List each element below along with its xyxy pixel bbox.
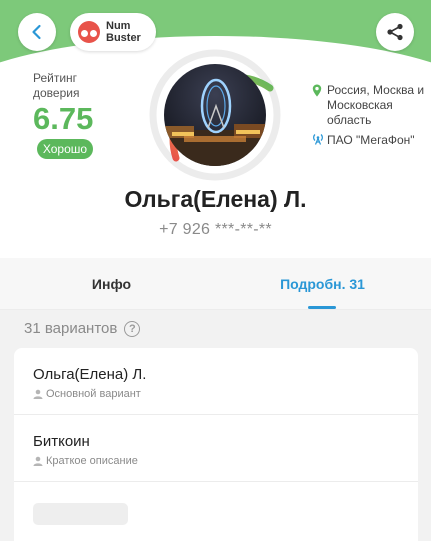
- rating-value: 6.75: [33, 101, 94, 136]
- active-tab-indicator: [308, 306, 336, 309]
- variant-subtitle: Основной вариант: [33, 388, 141, 400]
- variant-subtitle-text: Краткое описание: [46, 455, 138, 467]
- variants-heading: 31 вариантов ?: [24, 320, 141, 337]
- person-icon: [33, 456, 43, 466]
- share-button[interactable]: [376, 13, 414, 51]
- loading-placeholder: [33, 503, 128, 525]
- phone-number: +7 926 ***-**-**: [159, 221, 272, 238]
- tab-bar: Инфо Подробн. 31: [0, 258, 431, 310]
- signal-tower-icon: [313, 134, 323, 145]
- location-pin-icon: [312, 84, 322, 97]
- owl-logo-icon: [78, 21, 100, 43]
- person-icon: [33, 389, 43, 399]
- variant-title: Биткоин: [33, 433, 90, 450]
- avatar: [164, 64, 266, 166]
- profile-screen: Num Buster Рейтинг доверия 6.75 Хорошо Р…: [0, 0, 431, 541]
- list-item[interactable]: Ольга(Елена) Л. Основной вариант: [14, 348, 418, 415]
- logo-line-2: Buster: [106, 32, 141, 44]
- rating-label: Рейтинг доверия: [33, 71, 80, 100]
- tab-info[interactable]: Инфо: [4, 258, 219, 310]
- variant-subtitle-text: Основной вариант: [46, 388, 141, 400]
- variant-title: Ольга(Елена) Л.: [33, 366, 147, 383]
- contact-name: Ольга(Елена) Л.: [124, 186, 307, 212]
- tab-details[interactable]: Подробн. 31: [215, 258, 430, 310]
- location-text: Россия, Москва и Московская область: [327, 83, 425, 127]
- rating-badge: Хорошо: [37, 139, 93, 159]
- list-item[interactable]: Биткоин Краткое описание: [14, 415, 418, 482]
- avatar-photo: [164, 64, 266, 166]
- variant-subtitle: Краткое описание: [33, 455, 138, 467]
- app-logo[interactable]: Num Buster: [70, 13, 156, 51]
- back-chevron-icon: [32, 24, 41, 40]
- operator-text: ПАО "МегаФон": [327, 133, 415, 147]
- back-button[interactable]: [18, 13, 56, 51]
- logo-text: Num Buster: [106, 20, 141, 44]
- help-icon[interactable]: ?: [124, 320, 141, 337]
- variants-count: 31 вариантов: [24, 320, 118, 337]
- share-icon: [387, 23, 403, 41]
- logo-line-1: Num: [106, 20, 131, 32]
